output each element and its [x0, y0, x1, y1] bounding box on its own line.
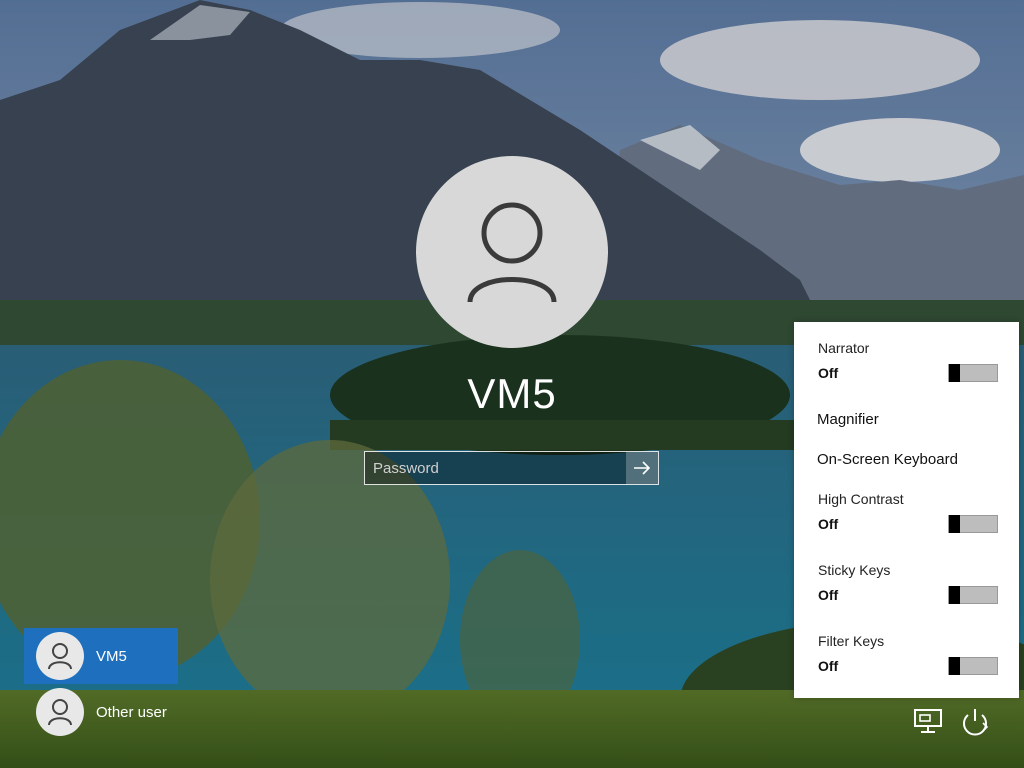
network-icon: [914, 709, 942, 733]
user-icon: [467, 202, 557, 303]
toggle-knob: [949, 586, 960, 604]
sticky-keys-toggle[interactable]: [948, 586, 998, 604]
power-icon: [963, 709, 989, 736]
network-button[interactable]: [912, 706, 946, 736]
high-contrast-toggle[interactable]: [948, 515, 998, 533]
login-username: VM5: [467, 370, 557, 417]
narrator-toggle[interactable]: [948, 364, 998, 382]
user-icon: [48, 643, 72, 670]
filter-keys-setting: Filter Keys Off: [818, 633, 998, 683]
password-box: [364, 451, 659, 485]
narrator-label: Narrator: [818, 340, 870, 356]
high-contrast-setting: High Contrast Off: [818, 491, 998, 541]
user-tile-other-user[interactable]: Other user: [24, 684, 178, 740]
on-screen-keyboard-item[interactable]: On-Screen Keyboard: [817, 451, 958, 468]
filter-keys-toggle[interactable]: [948, 657, 998, 675]
user-icon: [48, 699, 72, 726]
submit-button[interactable]: [626, 452, 658, 484]
user-tile-vm5[interactable]: VM5: [24, 628, 178, 684]
high-contrast-label: High Contrast: [818, 491, 904, 507]
toggle-knob: [949, 515, 960, 533]
toggle-knob: [949, 364, 960, 382]
sticky-keys-label: Sticky Keys: [818, 562, 891, 578]
user-tile-name: VM5: [96, 647, 127, 665]
narrator-setting: Narrator Off: [818, 340, 998, 390]
user-avatar-small: [36, 632, 84, 680]
sticky-keys-setting: Sticky Keys Off: [818, 562, 998, 612]
user-avatar-small: [36, 688, 84, 736]
filter-keys-label: Filter Keys: [818, 633, 885, 649]
magnifier-item[interactable]: Magnifier: [817, 411, 879, 428]
user-tile-name: Other user: [96, 703, 167, 721]
ease-of-access-panel: Narrator Off Magnifier On-Screen Keyboar…: [794, 322, 1019, 698]
arrow-right-icon: [634, 461, 651, 475]
password-input[interactable]: [365, 452, 626, 484]
user-avatar-large: [416, 156, 608, 348]
power-button[interactable]: [958, 706, 992, 736]
toggle-knob: [949, 657, 960, 675]
